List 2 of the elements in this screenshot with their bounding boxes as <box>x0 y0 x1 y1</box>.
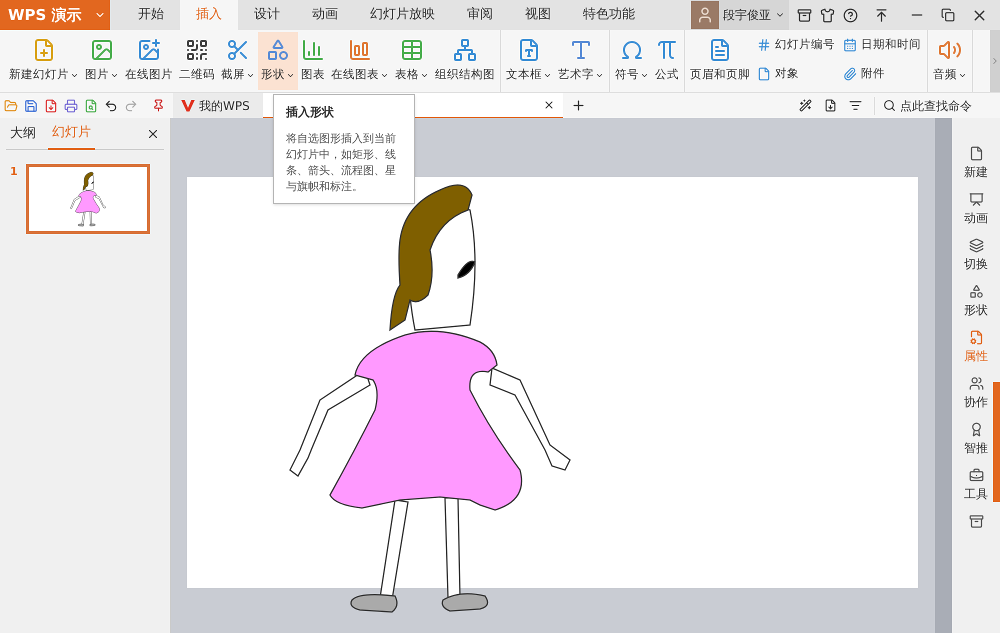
tooltip: 插入形状 将自选图形插入到当前幻灯片中，如矩形、线条、箭头、流程图、星与旗帜和标注。 <box>273 94 415 204</box>
slide-number: 1 <box>10 164 18 180</box>
